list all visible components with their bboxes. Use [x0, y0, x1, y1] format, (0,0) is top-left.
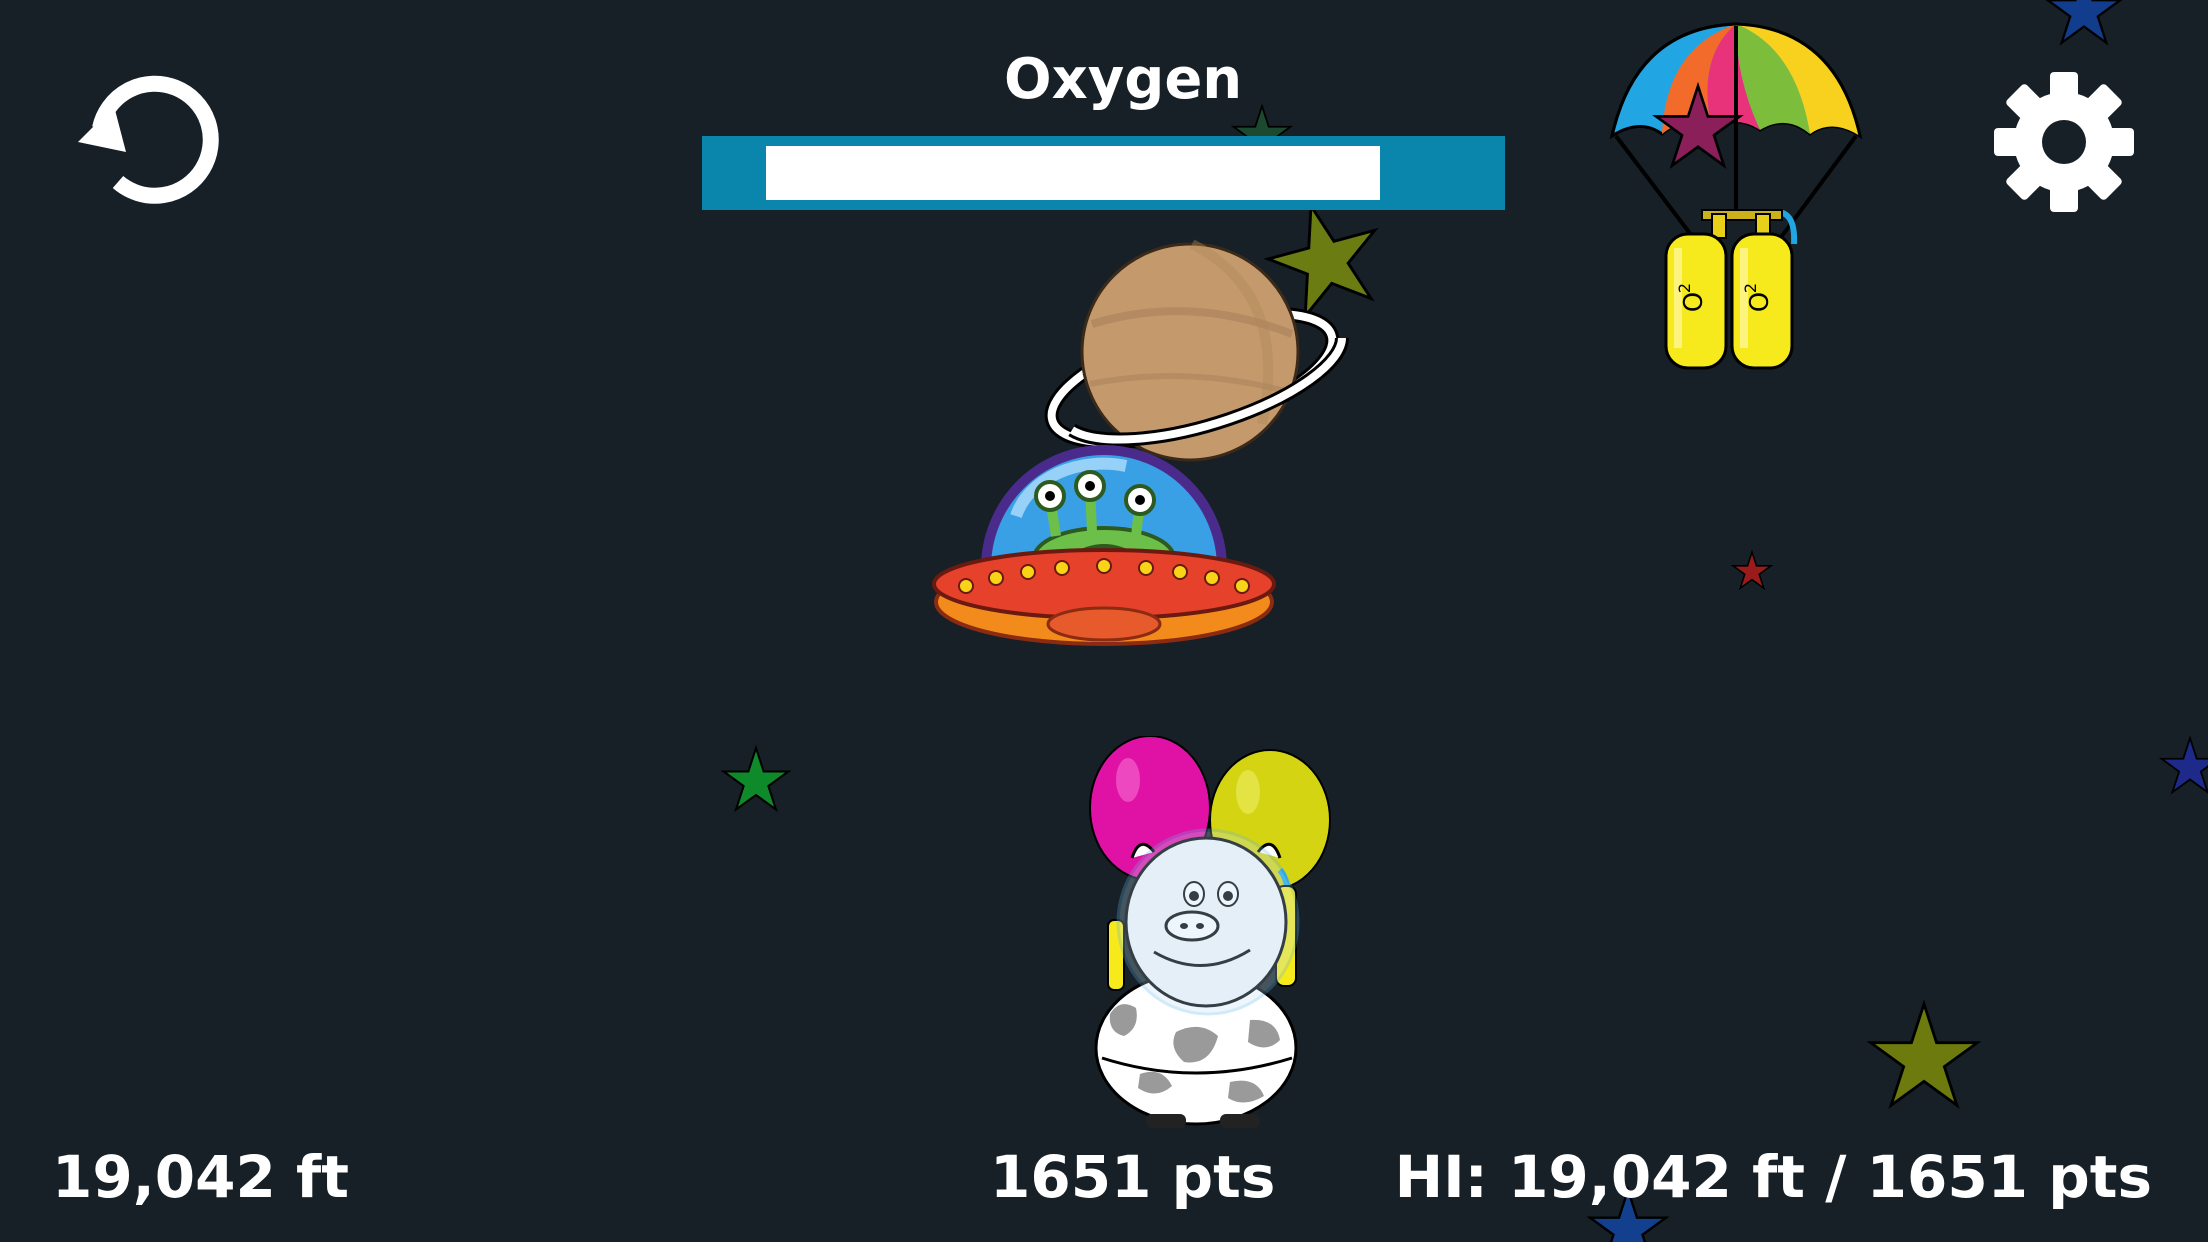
restart-icon [78, 75, 219, 204]
high-score: HI: 19,042 ft / 1651 pts [1394, 1143, 2152, 1211]
tank-subscript-right: 2 [1741, 283, 1760, 293]
ufo-alien [932, 445, 1276, 646]
oxygen-tanks: O 2 O 2 [1664, 209, 1798, 370]
distance-counter: 19,042 ft [52, 1143, 349, 1211]
gear-icon [1994, 72, 2134, 212]
ringed-planet [1044, 239, 1349, 462]
star-blue-top [2048, 0, 2120, 43]
tank-subscript-left: 2 [1675, 283, 1694, 293]
settings-button[interactable] [1990, 68, 2138, 216]
oxygen-label: Oxygen [1004, 47, 1243, 112]
oxygen-bar [702, 136, 1505, 210]
tank-label-right: O [1745, 292, 1775, 312]
points-counter: 1651 pts [990, 1143, 1276, 1211]
star-green [724, 748, 789, 810]
star-red [1733, 552, 1771, 588]
star-indigo-edge [2161, 738, 2208, 792]
oxygen-bar-fill [766, 146, 1380, 200]
oxygen-tank-parachute: O 2 O 2 [1609, 22, 1863, 370]
cow-astronaut-player [1089, 736, 1331, 1128]
tank-label-left: O [1679, 292, 1709, 312]
star-olive-bottom [1871, 1004, 1978, 1105]
restart-button[interactable] [70, 70, 220, 210]
